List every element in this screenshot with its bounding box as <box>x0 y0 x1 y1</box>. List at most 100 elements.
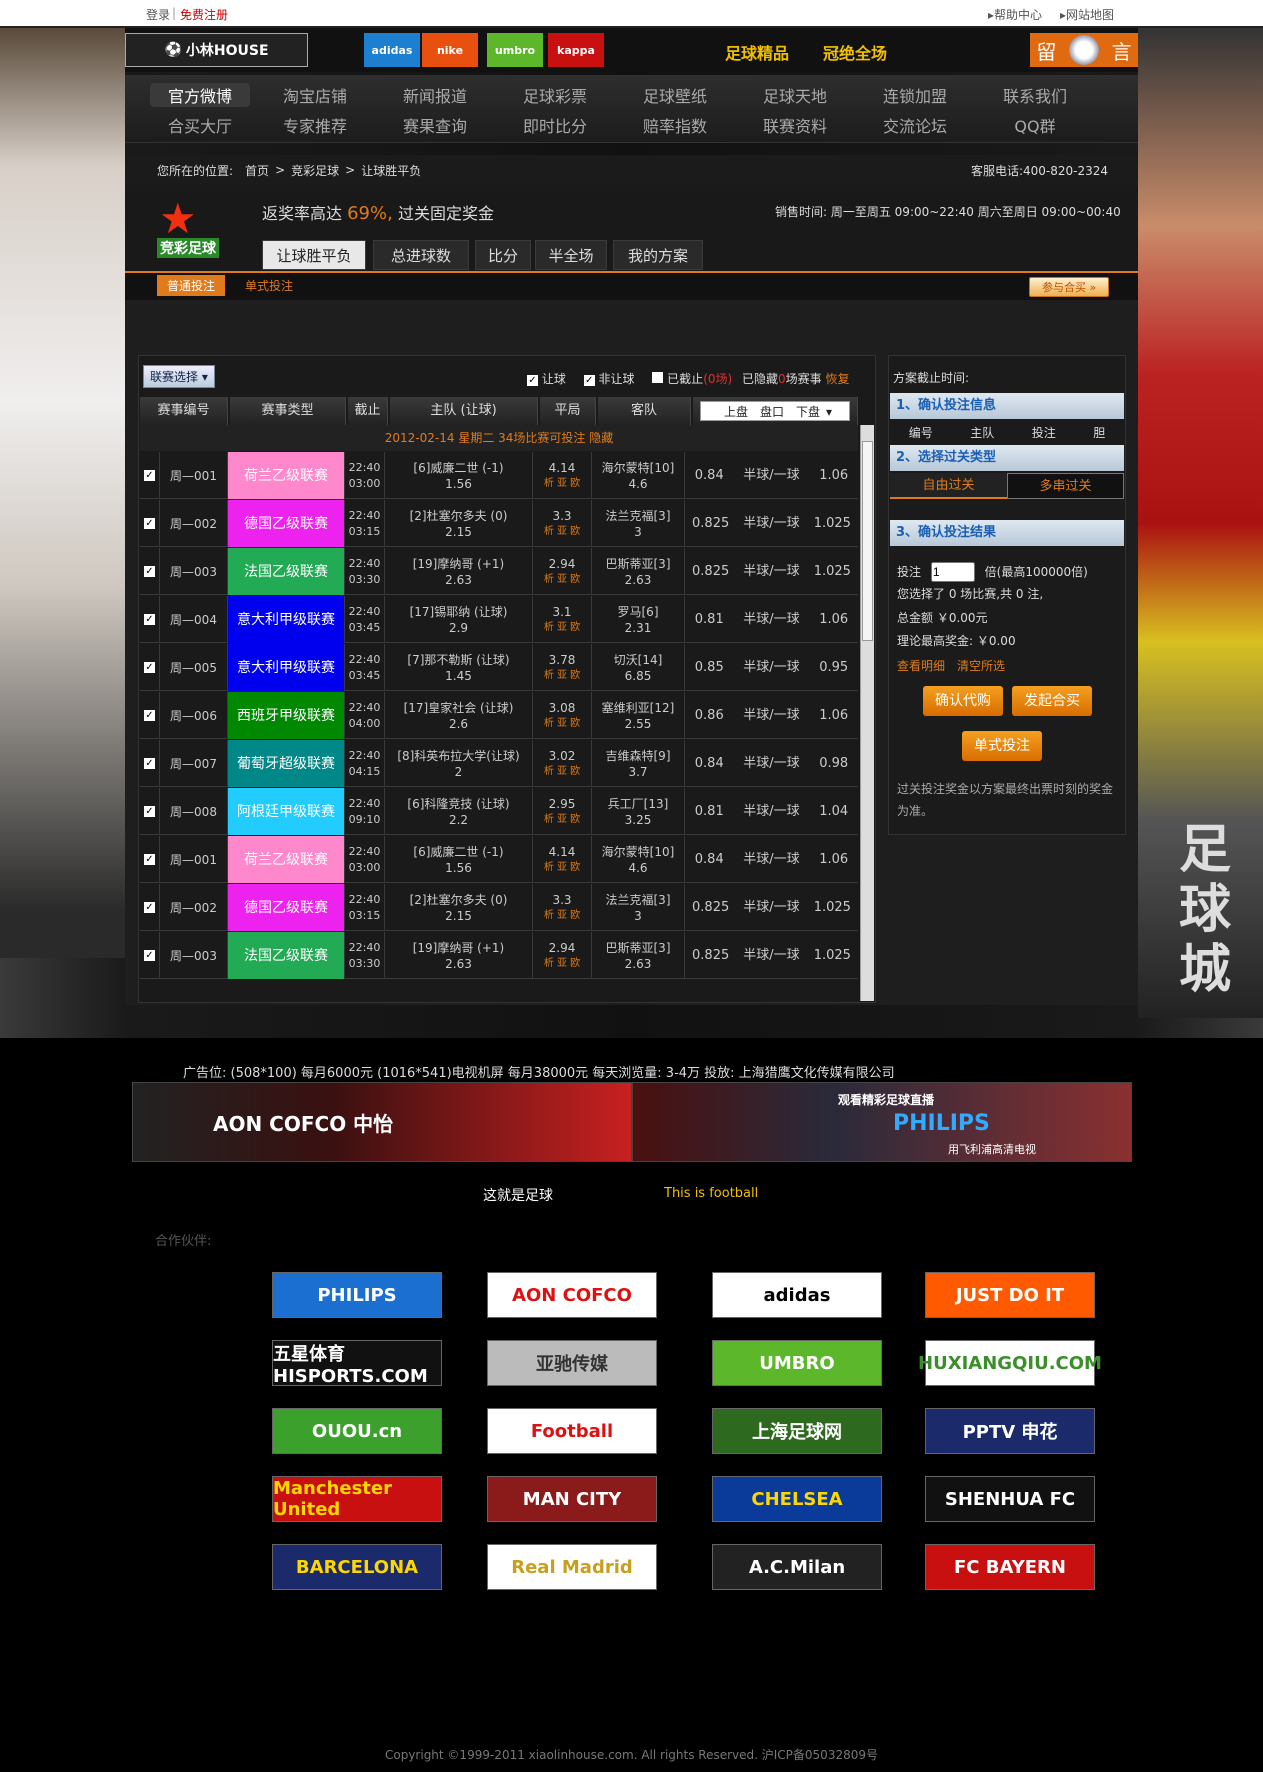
partner-logo[interactable]: Football <box>487 1408 657 1454</box>
partner-logo[interactable]: Real Madrid <box>487 1544 657 1590</box>
away-team[interactable]: 切沃[14] 6.85 <box>592 644 685 691</box>
row-checkbox[interactable]: ✓ <box>140 548 160 595</box>
home-odds[interactable]: 2.2 <box>449 812 468 828</box>
row-checkbox[interactable]: ✓ <box>140 932 160 979</box>
nav-item[interactable]: 交流论坛 <box>865 113 965 137</box>
detail-link[interactable]: 查看明细 <box>897 657 945 674</box>
home-team[interactable]: [6]威廉二世 (-1) 1.56 <box>385 452 533 499</box>
draw-value[interactable]: 3.08 <box>549 700 576 716</box>
kappa-logo[interactable]: kappa <box>548 33 604 67</box>
nav-item[interactable]: 官方微博 <box>150 83 250 107</box>
away-odds[interactable]: 2.63 <box>625 572 652 588</box>
nav-item[interactable]: 合买大厅 <box>150 113 250 137</box>
home-team[interactable]: [17]皇家社会 (让球) 2.6 <box>385 692 533 739</box>
home-odds[interactable]: 2.9 <box>449 620 468 636</box>
row-checkbox[interactable]: ✓ <box>140 884 160 931</box>
odds-links[interactable]: 析 亚 欧 <box>544 764 580 780</box>
join-buy-button[interactable]: 发起合买 <box>1012 686 1092 716</box>
nav-item[interactable]: 新闻报道 <box>385 83 485 107</box>
partner-logo[interactable]: PPTV 申花 <box>925 1408 1095 1454</box>
odds-links[interactable]: 析 亚 欧 <box>544 668 580 684</box>
handicap-header[interactable]: 上盘 盘口 下盘 ▾ <box>693 397 858 425</box>
away-odds[interactable]: 3 <box>634 524 642 540</box>
row-checkbox[interactable]: ✓ <box>140 740 160 787</box>
away-team[interactable]: 塞维利亚[12] 2.55 <box>592 692 685 739</box>
away-team[interactable]: 海尔蒙特[10] 4.6 <box>592 452 685 499</box>
draw-odds[interactable]: 4.14 析 亚 欧 <box>533 452 592 499</box>
partner-logo[interactable]: 五星体育 HISPORTS.COM <box>272 1340 442 1387</box>
partner-logo[interactable]: BARCELONA <box>272 1544 442 1590</box>
home-team[interactable]: [2]杜塞尔多夫 (0) 2.15 <box>385 500 533 547</box>
away-odds[interactable]: 2.55 <box>625 716 652 732</box>
partner-logo[interactable]: 上海足球网 <box>712 1408 882 1454</box>
away-odds[interactable]: 4.6 <box>628 476 647 492</box>
nav-item[interactable]: QQ群 <box>985 113 1085 137</box>
multiplier-input[interactable] <box>930 562 975 582</box>
closed-checkbox[interactable] <box>652 372 664 383</box>
draw-value[interactable]: 3.02 <box>549 748 576 764</box>
row-checkbox[interactable]: ✓ <box>140 500 160 547</box>
home-odds[interactable]: 2.6 <box>449 716 468 732</box>
away-team[interactable]: 罗马[6] 2.31 <box>592 596 685 643</box>
ad-banner-aon[interactable]: AON COFCO 中怡 <box>132 1082 632 1162</box>
draw-odds[interactable]: 3.3 析 亚 欧 <box>533 884 592 931</box>
away-odds[interactable]: 2.63 <box>625 956 652 972</box>
away-odds[interactable]: 3 <box>634 908 642 924</box>
partner-logo[interactable]: 亚驰传媒 <box>487 1340 657 1386</box>
odds-links[interactable]: 析 亚 欧 <box>544 956 580 972</box>
draw-value[interactable]: 4.14 <box>549 844 576 860</box>
draw-value[interactable]: 3.78 <box>549 652 576 668</box>
home-odds[interactable]: 2 <box>455 764 463 780</box>
home-odds[interactable]: 1.56 <box>445 860 472 876</box>
odds-links[interactable]: 析 亚 欧 <box>544 812 580 828</box>
free-pass-tab[interactable]: 自由过关 <box>890 473 1007 499</box>
row-checkbox[interactable]: ✓ <box>140 452 160 499</box>
draw-odds[interactable]: 2.94 析 亚 欧 <box>533 548 592 595</box>
partner-logo[interactable]: PHILIPS <box>272 1272 442 1318</box>
tab-2[interactable]: 比分 <box>475 240 531 270</box>
partner-logo[interactable]: SHENHUA FC <box>925 1476 1095 1522</box>
away-odds[interactable]: 3.7 <box>628 764 647 780</box>
draw-odds[interactable]: 3.02 析 亚 欧 <box>533 740 592 787</box>
login-link[interactable]: 登录 <box>146 6 170 23</box>
draw-value[interactable]: 2.94 <box>549 940 576 956</box>
join-button[interactable]: 参与合买 » <box>1029 277 1110 297</box>
partner-logo[interactable]: Manchester United <box>272 1476 442 1522</box>
draw-odds[interactable]: 3.08 析 亚 欧 <box>533 692 592 739</box>
breadcrumb-home[interactable]: 首页 <box>245 162 269 179</box>
draw-odds[interactable]: 3.3 析 亚 欧 <box>533 500 592 547</box>
nav-item[interactable]: 赛果查询 <box>385 113 485 137</box>
confirm-button[interactable]: 确认代购 <box>923 686 1003 716</box>
single-bet-button[interactable]: 单式投注 <box>962 731 1042 761</box>
draw-odds[interactable]: 3.1 析 亚 欧 <box>533 596 592 643</box>
away-odds[interactable]: 4.6 <box>628 860 647 876</box>
nav-item[interactable]: 足球壁纸 <box>625 83 725 107</box>
draw-value[interactable]: 3.3 <box>552 508 571 524</box>
away-team[interactable]: 巴斯蒂亚[3] 2.63 <box>592 548 685 595</box>
nike-logo[interactable]: nike <box>422 33 478 67</box>
partner-logo[interactable]: OUOU.cn <box>272 1408 442 1454</box>
row-checkbox[interactable]: ✓ <box>140 836 160 883</box>
home-team[interactable]: [17]锡耶纳 (让球) 2.9 <box>385 596 533 643</box>
tab-4[interactable]: 我的方案 <box>613 240 703 270</box>
partner-logo[interactable]: CHELSEA <box>712 1476 882 1522</box>
partner-logo[interactable]: UMBRO <box>712 1340 882 1386</box>
row-checkbox[interactable]: ✓ <box>140 644 160 691</box>
home-team[interactable]: [19]摩纳哥 (+1) 2.63 <box>385 932 533 979</box>
home-odds[interactable]: 2.15 <box>445 524 472 540</box>
tab-single[interactable]: 单式投注 <box>245 277 293 294</box>
away-team[interactable]: 法兰克福[3] 3 <box>592 884 685 931</box>
nolet-checkbox[interactable]: ✓ <box>583 375 595 386</box>
nav-item[interactable]: 足球天地 <box>745 83 845 107</box>
away-team[interactable]: 吉维森特[9] 3.7 <box>592 740 685 787</box>
scrollbar[interactable] <box>860 425 874 1001</box>
nav-item[interactable]: 联系我们 <box>985 83 1085 107</box>
partner-logo[interactable]: JUST DO IT <box>925 1272 1095 1318</box>
nav-item[interactable]: 连锁加盟 <box>865 83 965 107</box>
nav-item[interactable]: 专家推荐 <box>265 113 365 137</box>
odds-links[interactable]: 析 亚 欧 <box>544 524 580 540</box>
away-team[interactable]: 巴斯蒂亚[3] 2.63 <box>592 932 685 979</box>
nav-item[interactable]: 淘宝店铺 <box>265 83 365 107</box>
home-odds[interactable]: 2.63 <box>445 956 472 972</box>
adidas-logo[interactable]: adidas <box>364 33 420 67</box>
